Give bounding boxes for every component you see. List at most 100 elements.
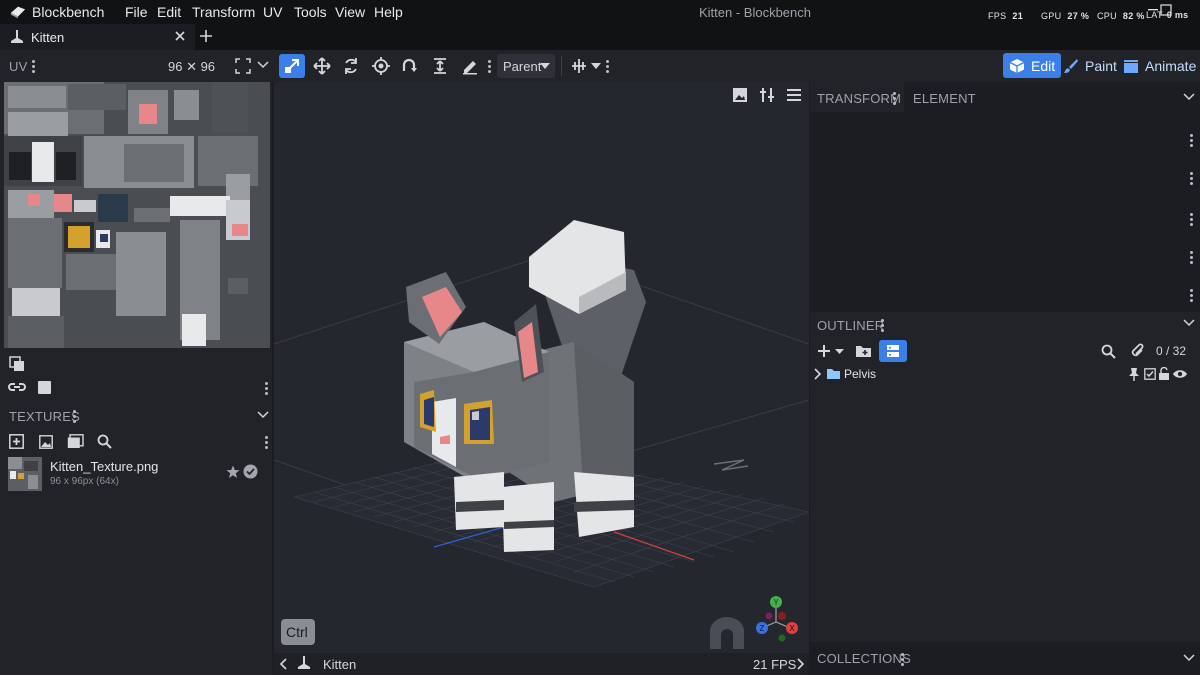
collections-menu-icon[interactable] [901, 653, 904, 666]
transform-space-select[interactable]: Parent [497, 54, 555, 78]
textures-panel-title: TEXTURES [9, 409, 80, 424]
pin-icon[interactable] [1128, 367, 1140, 381]
outliner-menu-icon[interactable] [881, 319, 884, 332]
folder-icon [826, 368, 841, 380]
paperclip-icon[interactable] [1131, 343, 1145, 359]
brush-icon [1063, 58, 1079, 74]
textures-menu-icon[interactable] [73, 410, 76, 423]
status-model-name: Kitten [323, 657, 357, 672]
element-panel-body [810, 112, 1200, 312]
minimize-icon[interactable] [1147, 3, 1159, 11]
tools-menu-icon[interactable] [488, 60, 491, 73]
link-icon[interactable] [8, 380, 26, 394]
svg-text:Y: Y [773, 598, 779, 607]
chevron-right-icon[interactable] [797, 658, 805, 670]
outliner-item-label: Pelvis [844, 367, 877, 381]
axis-gizmo[interactable]: Y X Z [752, 594, 804, 642]
uv-size: 96 ✕ 96 [168, 59, 216, 74]
cube-mesh-icon [10, 30, 24, 44]
panel-menu-icon[interactable] [1190, 251, 1193, 264]
resize-tool-icon[interactable] [427, 54, 453, 78]
texture-list-item[interactable]: Kitten_Texture.png 96 x 96px (64x) [0, 455, 272, 491]
panel-menu-icon[interactable] [1190, 213, 1193, 226]
svg-text:X: X [789, 624, 795, 633]
gpu-stat: GPU 27 % [1041, 11, 1090, 21]
eye-icon[interactable] [1172, 368, 1188, 380]
texture-thumbnail [8, 457, 42, 491]
tab-bar: Kitten [0, 24, 1200, 50]
chevron-down-icon[interactable] [1183, 93, 1195, 101]
cube-icon [1009, 58, 1025, 74]
texture-tools-menu-icon[interactable] [265, 436, 268, 449]
search-icon[interactable] [1101, 344, 1116, 359]
hamburger-menu-icon[interactable] [786, 88, 802, 102]
star-icon[interactable] [226, 465, 240, 479]
uv-menu-icon[interactable] [32, 60, 35, 73]
texture-info: 96 x 96px (64x) [50, 476, 119, 487]
tab-transform[interactable]: TRANSFORM [817, 91, 901, 106]
add-texture-icon[interactable] [9, 434, 24, 449]
outliner-view-toggle-icon[interactable] [879, 340, 907, 362]
tab-kitten[interactable]: Kitten [0, 24, 195, 50]
outliner-title: OUTLINER [817, 318, 885, 333]
toolbar-divider [561, 56, 562, 76]
rotate-tool-icon[interactable] [338, 54, 364, 78]
pivot-tool-icon[interactable] [368, 54, 394, 78]
edit-mode-button[interactable]: Edit [1003, 53, 1062, 78]
unlock-icon[interactable] [1158, 367, 1170, 380]
fullscreen-icon[interactable] [235, 58, 251, 74]
chevron-left-icon[interactable] [279, 658, 287, 670]
uv-texture-canvas[interactable] [4, 82, 270, 348]
panel-menu-icon[interactable] [1190, 134, 1193, 147]
maximize-icon[interactable] [1160, 4, 1172, 16]
search-icon[interactable] [97, 434, 112, 449]
move-tool-icon[interactable] [309, 54, 335, 78]
chevron-down-icon[interactable] [1183, 319, 1195, 327]
paint-mode-button[interactable]: Paint [1057, 53, 1123, 78]
mouse-icon [708, 617, 746, 649]
viewport-scene [274, 220, 809, 588]
check-circle-icon[interactable] [243, 464, 258, 479]
copy-icon[interactable] [9, 356, 25, 372]
color-swatch[interactable] [38, 381, 51, 394]
checkbox-icon[interactable] [1144, 368, 1156, 380]
cube-mesh-icon [297, 656, 311, 670]
tab-label: Kitten [31, 30, 65, 45]
3d-viewport[interactable]: Ctrl Y X Z [274, 82, 809, 653]
toolbar-menu-icon[interactable] [606, 60, 609, 73]
animate-mode-button[interactable]: Animate [1117, 53, 1200, 78]
outliner-item-pelvis[interactable]: Pelvis [810, 364, 1200, 384]
panel-menu-icon[interactable] [1190, 172, 1193, 185]
bend-tool-icon[interactable] [397, 54, 423, 78]
vertex-snap-tool-icon[interactable] [457, 54, 483, 78]
add-tab-icon[interactable] [199, 29, 213, 43]
screenshot-icon[interactable] [732, 87, 748, 103]
uv-tools-menu-icon[interactable] [265, 382, 268, 395]
cpu-stat: CPU 82 % [1097, 11, 1145, 21]
toolbar: UV 96 ✕ 96 Parent Edit Paint Animate [0, 50, 1200, 82]
chevron-down-icon[interactable] [257, 61, 269, 69]
import-texture-icon[interactable] [39, 435, 53, 449]
title-bar: Blockbench File Edit Transform UV Tools … [0, 0, 1200, 24]
move-cube-tool-icon[interactable] [279, 54, 305, 78]
status-fps: 21 FPS [753, 657, 797, 672]
add-icon[interactable] [817, 344, 831, 358]
outliner-count: 0 / 32 [1156, 344, 1187, 358]
caret-down-icon[interactable] [591, 63, 601, 70]
collections-title: COLLECTIONS [817, 651, 911, 666]
transform-menu-icon[interactable] [893, 92, 896, 105]
chevron-down-icon[interactable] [257, 411, 269, 419]
chevron-right-icon[interactable] [814, 368, 822, 380]
tab-element[interactable]: ELEMENT [913, 91, 976, 106]
caret-down-icon [540, 63, 550, 70]
mirror-modeling-icon[interactable] [570, 57, 588, 75]
add-group-icon[interactable] [855, 344, 872, 358]
close-icon[interactable] [174, 30, 186, 42]
view-options-icon[interactable] [759, 87, 775, 103]
texture-group-icon[interactable] [67, 434, 84, 449]
panel-menu-icon[interactable] [1190, 289, 1193, 302]
right-panel: TRANSFORM ELEMENT OUTLINER 0 / 32 Pelvis… [810, 82, 1200, 675]
chevron-down-icon[interactable] [1183, 654, 1195, 662]
caret-down-icon[interactable] [835, 349, 844, 355]
svg-text:Z: Z [760, 624, 765, 633]
